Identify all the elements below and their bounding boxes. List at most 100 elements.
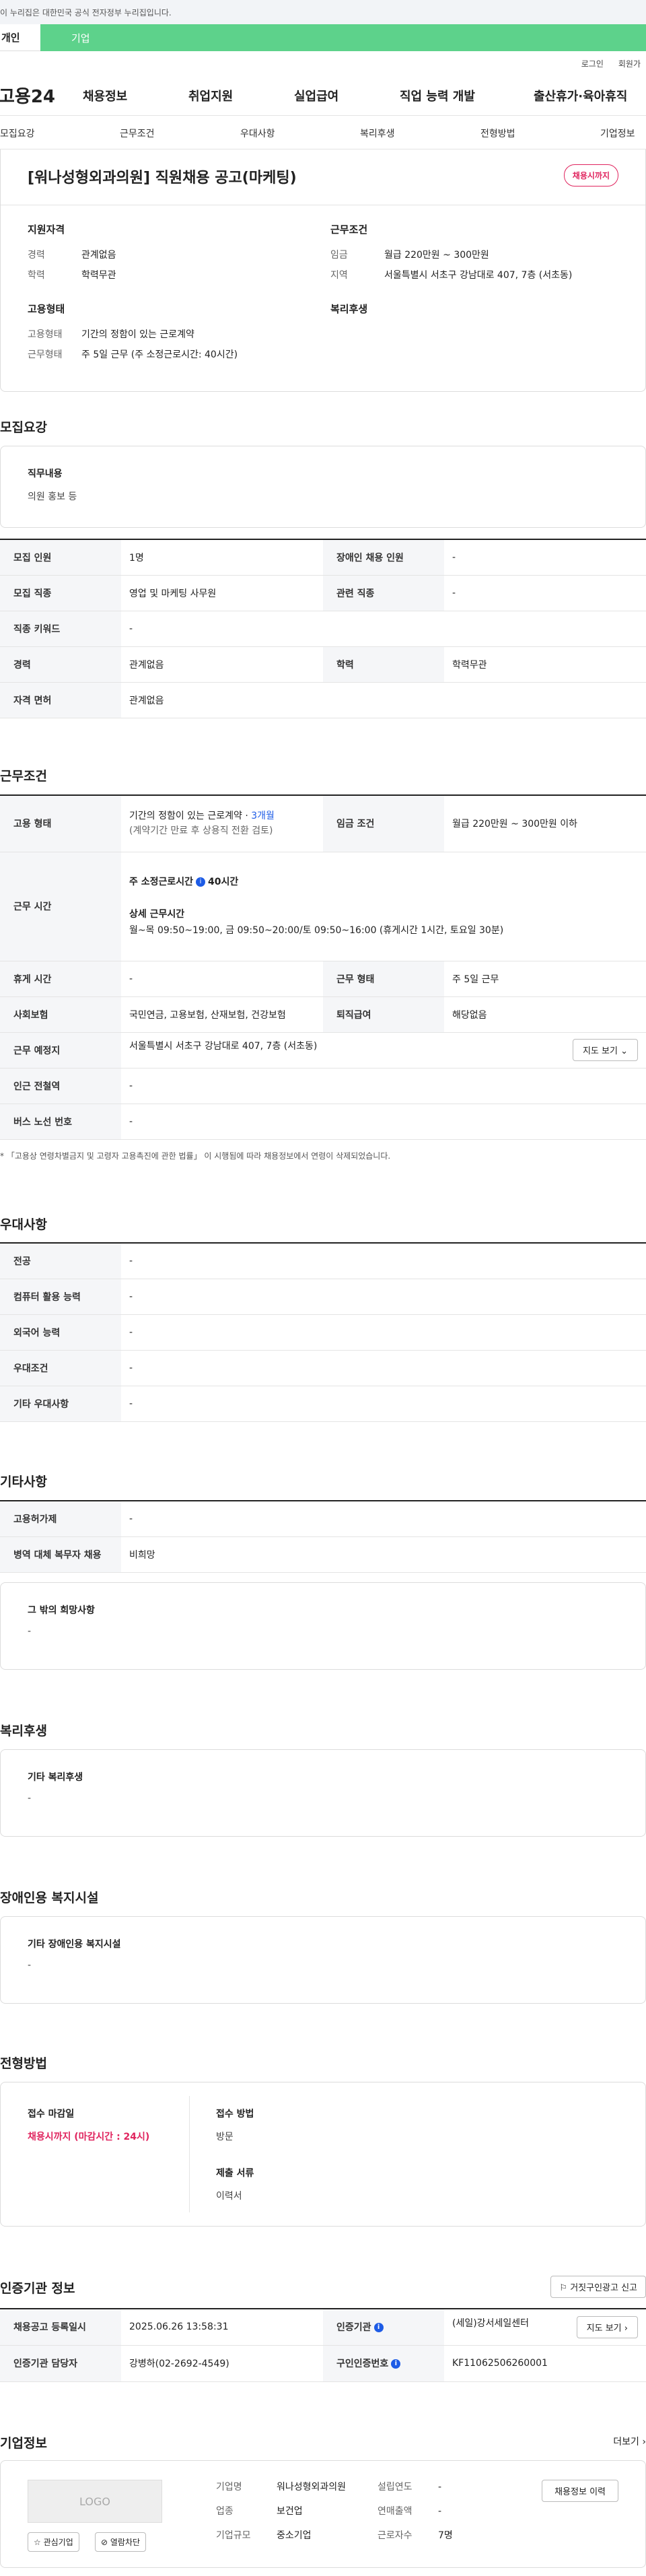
global-nav: 고용24 채용정보 취업지원 실업급여 직업 능력 개발 출산휴가·육아휴직: [0, 75, 646, 116]
th: 고용허가제: [0, 1501, 121, 1537]
tab-company[interactable]: 기업: [40, 24, 646, 51]
kv-key: 경력: [28, 250, 45, 261]
kv-value: -: [438, 2482, 442, 2493]
company-employees: 근로자수 7명: [378, 2528, 453, 2542]
emp-type-text: 기간의 정함이 있는 근로계약 ·: [129, 811, 252, 822]
table-row: 자격 면허 관계없음: [0, 682, 646, 718]
td: 비희망: [121, 1536, 646, 1573]
gov-banner: 이 누리집은 대한민국 공식 전자정부 누리집입니다.: [0, 0, 646, 24]
th: 우대조건: [0, 1350, 121, 1386]
section-title-cert: 인증기관 정보: [0, 2281, 75, 2296]
kv-value: -: [438, 2506, 442, 2517]
gnb-item-parental-leave[interactable]: 출산휴가·육아휴직: [534, 87, 627, 104]
th: 퇴직급여: [323, 996, 444, 1033]
weekly-hours-value: 40시간: [208, 877, 239, 887]
cert-map-button[interactable]: 지도 보기 ›: [576, 2315, 638, 2338]
block-view-button[interactable]: ⊘ 열람차단: [95, 2532, 147, 2552]
gnb-item-unemployment-benefit[interactable]: 실업급여: [294, 87, 400, 104]
th: 인증기관 담당자: [0, 2345, 121, 2382]
company-est: 설립연도 -: [378, 2480, 441, 2493]
subnav-recruit[interactable]: 모집요강: [0, 127, 35, 140]
more-label: 더보기: [613, 2437, 639, 2447]
subnav-pref[interactable]: 우대사항: [240, 127, 275, 140]
more-link[interactable]: 더보기 ›: [613, 2435, 646, 2448]
td: 관계없음: [121, 682, 646, 718]
gnb-item-employment-support[interactable]: 취업지원: [188, 87, 294, 104]
table-row: 경력 관계없음 학력 학력무관: [0, 646, 646, 683]
th-cert-org: 인증기관 i: [323, 2309, 444, 2346]
td: KF11062506260001: [444, 2345, 646, 2382]
other-wish-heading: 그 밖의 희망사항: [28, 1605, 95, 1616]
gnb-item-jobs[interactable]: 채용정보: [83, 87, 188, 104]
gnb-item-vocational-training[interactable]: 직업 능력 개발: [400, 87, 534, 104]
recruit-table: 모집 인원 1명 장애인 채용 인원 - 모집 직종 영업 및 마케팅 사무원 관련 …: [0, 539, 646, 718]
favorite-company-button[interactable]: ☆ 관심기업: [28, 2532, 79, 2552]
job-content-box: 직무내용 의원 홍보 등: [0, 446, 646, 528]
td: 주 5일 근무: [444, 961, 646, 997]
th: 경력: [0, 646, 121, 683]
subnav-welfare[interactable]: 복리후생: [360, 127, 395, 140]
emp-title: 고용형태: [28, 303, 65, 315]
kv-key: 연매출액: [378, 2506, 412, 2517]
th: 기타 우대사항: [0, 1386, 121, 1422]
th: 임금 조건: [323, 795, 444, 852]
cert-org-text: (세일)강서세일센터: [452, 2317, 529, 2329]
welfare-body: -: [28, 1793, 32, 1804]
login-link[interactable]: 로그인: [581, 58, 604, 69]
kv-value: 보건업: [277, 2506, 303, 2517]
site-logo[interactable]: 고용24: [0, 83, 83, 108]
section-title-etc: 기타사항: [0, 1475, 47, 1489]
work-table: 고용 형태 기간의 정함이 있는 근로계약 · 3개월 (계약기간 만료 후 상용…: [0, 794, 646, 1140]
hire-history-button[interactable]: 채용정보 이력: [542, 2480, 618, 2502]
kv-value: 워나성형외과의원: [277, 2482, 347, 2493]
th: 채용공고 등록일시: [0, 2309, 121, 2346]
method-heading: 접수 방법: [216, 2109, 254, 2120]
company-box: LOGO ☆ 관심기업 ⊘ 열람차단 기업명 워나성형외과의원 업종 보건업 기업규…: [0, 2460, 646, 2568]
kv-value: 중소기업: [277, 2530, 312, 2541]
th: 모집 인원: [0, 539, 121, 576]
cert-org-label: 인증기관: [336, 2322, 371, 2334]
docs-heading: 제출 서류: [216, 2168, 254, 2179]
table-row: 사회보험 국민연금, 고용보험, 산재보험, 건강보험 퇴직급여 해당없음: [0, 996, 646, 1033]
td: -: [121, 1314, 646, 1351]
kv-key: 근로자수: [378, 2530, 412, 2541]
subnav-work[interactable]: 근무조건: [120, 127, 155, 140]
work-place-value: 서울특별시 서초구 강남대로 407, 7층 (서초동) 지도 보기 ⌄: [121, 1032, 646, 1069]
qual-edu: 학력 학력무관: [28, 268, 116, 281]
work-place-text: 서울특별시 서초구 강남대로 407, 7층 (서초동): [129, 1041, 318, 1052]
favorite-label: 관심기업: [43, 2538, 73, 2547]
info-icon[interactable]: i: [391, 2359, 401, 2369]
kv-key: 임금: [330, 250, 348, 261]
th: 전공: [0, 1243, 121, 1279]
info-icon[interactable]: i: [373, 2323, 384, 2333]
th: 직종 키워드: [0, 611, 121, 647]
info-icon[interactable]: i: [196, 877, 206, 887]
subnav-process[interactable]: 전형방법: [480, 127, 515, 140]
join-link[interactable]: 회원가: [618, 58, 641, 69]
section-title-pref: 우대사항: [0, 1217, 47, 1232]
td: 관계없음: [121, 646, 323, 683]
cond-wage: 임금 월급 220만원 ~ 300만원: [330, 248, 489, 261]
th: 근무 형태: [323, 961, 444, 997]
subnav-company[interactable]: 기업정보: [600, 127, 635, 140]
table-row: 고용 형태 기간의 정함이 있는 근로계약 · 3개월 (계약기간 만료 후 상용…: [0, 795, 646, 852]
td: -: [121, 1068, 646, 1104]
report-false-ad-button[interactable]: ⚐ 거짓구인광고 신고: [550, 2276, 646, 2298]
cond-region: 지역 서울특별시 서초구 강남대로 407, 7층 (서초동): [330, 268, 572, 281]
detail-hours-value: 월~목 09:50~19:00, 금 09:50~20:00/토 09:50~1…: [129, 925, 504, 936]
contract-period: 3개월: [251, 811, 275, 822]
th: 장애인 채용 인원: [323, 539, 444, 576]
td: -: [121, 611, 646, 647]
table-row: 인근 전철역 -: [0, 1068, 646, 1104]
th: 근무 시간: [0, 852, 121, 961]
th-cert-num: 구인인증번호 i: [323, 2345, 444, 2382]
block-icon: ⊘: [101, 2538, 108, 2547]
section-title-process: 전형방법: [0, 2056, 47, 2071]
util-bar: 로그인 회원가: [0, 51, 646, 75]
tab-personal[interactable]: 개인: [0, 24, 40, 51]
th: 근무 예정지: [0, 1032, 121, 1069]
th: 휴게 시간: [0, 961, 121, 997]
etc-table: 고용허가제 - 병역 대체 복무자 채용 비희망: [0, 1500, 646, 1573]
map-button[interactable]: 지도 보기 ⌄: [572, 1039, 638, 1061]
td: -: [121, 1279, 646, 1315]
